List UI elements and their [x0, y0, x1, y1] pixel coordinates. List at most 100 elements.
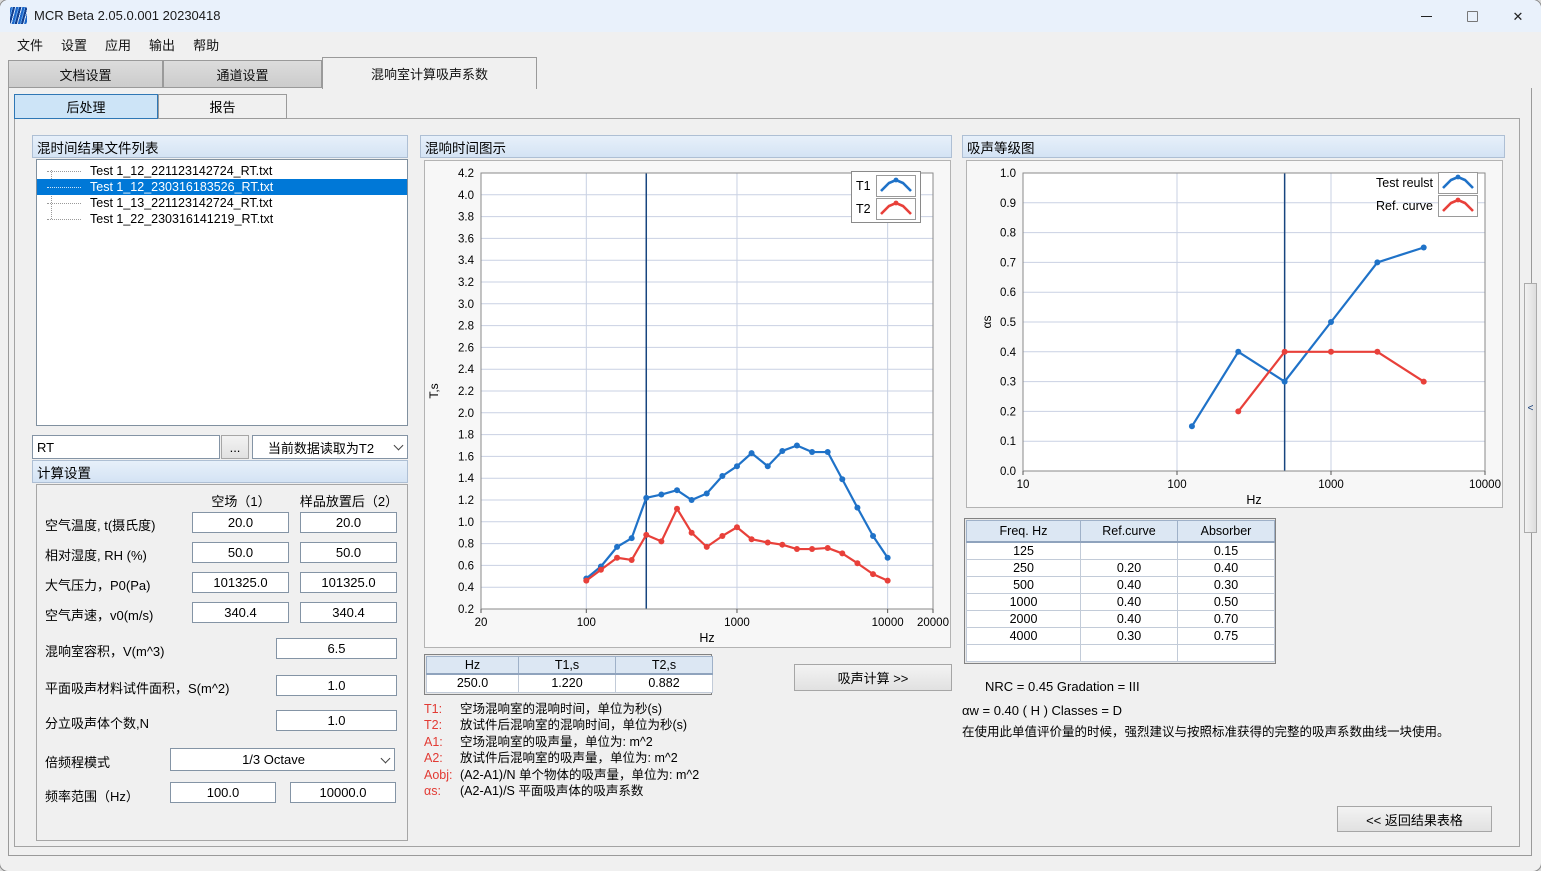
- svg-text:0.4: 0.4: [1000, 347, 1017, 359]
- table-row[interactable]: 250.01.2200.882: [427, 674, 713, 692]
- svg-text:Hz: Hz: [1246, 493, 1261, 507]
- menu-file[interactable]: 文件: [8, 32, 52, 57]
- minimize-button[interactable]: [1403, 0, 1449, 32]
- note-line: A1:空场混响室的吸声量，单位为: m^2: [424, 734, 844, 750]
- svg-text:0.2: 0.2: [1000, 406, 1016, 418]
- menu-apply[interactable]: 应用: [96, 32, 140, 57]
- svg-text:3.4: 3.4: [458, 255, 475, 267]
- rt-table-header-t1: T1,s: [519, 657, 616, 675]
- pressure-field1[interactable]: [192, 572, 289, 593]
- rt-name-input[interactable]: [32, 435, 220, 459]
- svg-text:0.3: 0.3: [1000, 377, 1016, 389]
- table-cell: 0.40: [1081, 593, 1178, 610]
- menu-settings[interactable]: 设置: [52, 32, 96, 57]
- table-cell: 0.40: [1178, 559, 1275, 576]
- svg-text:10000: 10000: [872, 617, 904, 629]
- menu-help[interactable]: 帮助: [184, 32, 228, 57]
- svg-text:1.2: 1.2: [458, 495, 474, 507]
- sound-speed-field2[interactable]: [300, 602, 397, 623]
- table-cell: 0.70: [1178, 610, 1275, 627]
- table-cell: 0.40: [1081, 610, 1178, 627]
- list-item[interactable]: Test 1_13_221123142724_RT.txt: [37, 195, 407, 211]
- col-header-with-sample: 样品放置后（2）: [297, 491, 401, 510]
- svg-text:0.9: 0.9: [1000, 198, 1016, 210]
- app-logo-icon: [10, 7, 27, 24]
- list-item[interactable]: Test 1_12_221123142724_RT.txt: [37, 163, 407, 179]
- freq-range-label: 频率范围（Hz）: [45, 786, 139, 805]
- abs-table-header-freq: Freq. Hz: [967, 521, 1081, 542]
- table-row[interactable]: 40000.300.75: [967, 627, 1275, 644]
- return-results-button[interactable]: << 返回结果表格: [1337, 806, 1492, 832]
- freq-min-field[interactable]: [170, 782, 276, 803]
- pressure-label: 大气压力，P0(Pa): [45, 575, 150, 594]
- svg-text:Hz: Hz: [699, 631, 714, 645]
- tab-channel-settings[interactable]: 通道设置: [163, 60, 322, 88]
- minimize-icon: [1421, 16, 1432, 17]
- chevron-down-icon: [389, 436, 407, 458]
- table-cell: 0.15: [1178, 542, 1275, 560]
- pressure-field2[interactable]: [300, 572, 397, 593]
- legend-label-t1: T1: [856, 179, 871, 193]
- table-row[interactable]: [967, 644, 1275, 661]
- octave-mode-label: 倍频程模式: [45, 752, 110, 771]
- list-item-selected[interactable]: Test 1_12_230316183526_RT.txt: [37, 179, 407, 195]
- maximize-icon: [1467, 11, 1478, 22]
- octave-mode-combo[interactable]: 1/3 Octave: [170, 748, 395, 771]
- table-row[interactable]: 10000.400.50: [967, 593, 1275, 610]
- table-row[interactable]: 2500.200.40: [967, 559, 1275, 576]
- rt-file-list: Test 1_12_221123142724_RT.txt Test 1_12_…: [36, 159, 408, 426]
- rt-table-header-t2: T2,s: [616, 657, 713, 675]
- subtab-postprocess[interactable]: 后处理: [14, 94, 158, 119]
- blue-curve-icon: [876, 175, 916, 197]
- subtab-report[interactable]: 报告: [158, 94, 287, 119]
- svg-text:1000: 1000: [1318, 479, 1344, 491]
- room-volume-field[interactable]: [276, 638, 397, 659]
- close-icon: ✕: [1513, 10, 1524, 23]
- svg-text:0.8: 0.8: [1000, 228, 1016, 240]
- list-item[interactable]: Test 1_22_230316141219_RT.txt: [37, 211, 407, 227]
- rt-value-table: Hz T1,s T2,s 250.01.2200.882: [424, 654, 712, 695]
- svg-text:2.8: 2.8: [458, 321, 474, 333]
- humidity-field1[interactable]: [192, 542, 289, 563]
- menu-output[interactable]: 输出: [140, 32, 184, 57]
- tab-reverb-room-absorption[interactable]: 混响室计算吸声系数: [322, 57, 537, 89]
- sidebar-collapse-handle[interactable]: <: [1524, 283, 1537, 533]
- tab-document-settings[interactable]: 文档设置: [8, 60, 163, 88]
- svg-text:0.7: 0.7: [1000, 257, 1016, 269]
- maximize-button[interactable]: [1449, 0, 1495, 32]
- close-button[interactable]: ✕: [1495, 0, 1541, 32]
- freq-max-field[interactable]: [290, 782, 396, 803]
- air-temp-label: 空气温度, t(摄氏度): [45, 515, 156, 534]
- humidity-field2[interactable]: [300, 542, 397, 563]
- humidity-label: 相对湿度, RH (%): [45, 545, 147, 564]
- svg-text:3.2: 3.2: [458, 277, 474, 289]
- table-cell: 125: [967, 542, 1081, 560]
- sound-speed-label: 空气声速，v0(m/s): [45, 605, 153, 624]
- tree-stub-icon: [47, 170, 81, 172]
- absorber-count-field[interactable]: [276, 710, 397, 731]
- rt-chart-svg: 0.20.40.60.81.01.21.41.61.82.02.22.42.62…: [425, 161, 950, 647]
- data-source-combo[interactable]: 当前数据读取为T2: [252, 435, 408, 459]
- table-row[interactable]: 125 0.15: [967, 542, 1275, 560]
- note-line: T1:空场混响室的混响时间，单位为秒(s): [424, 701, 844, 717]
- air-temp-field2[interactable]: [300, 512, 397, 533]
- table-cell: 250.0: [427, 674, 519, 692]
- note-line: A2:放试件后混响室的吸声量，单位为: m^2: [424, 750, 844, 766]
- svg-text:100: 100: [577, 617, 596, 629]
- table-cell: 0.30: [1081, 627, 1178, 644]
- svg-text:4.2: 4.2: [458, 168, 474, 180]
- blue-curve-icon: [1438, 172, 1478, 194]
- svg-text:4.0: 4.0: [458, 190, 474, 202]
- svg-text:0.5: 0.5: [1000, 317, 1016, 329]
- browse-button[interactable]: ...: [221, 435, 249, 459]
- file-name: Test 1_12_230316183526_RT.txt: [90, 180, 273, 194]
- absorption-calc-button[interactable]: 吸声计算 >>: [794, 664, 952, 691]
- sound-speed-field1[interactable]: [192, 602, 289, 623]
- air-temp-field1[interactable]: [192, 512, 289, 533]
- table-cell: 250: [967, 559, 1081, 576]
- sample-area-field[interactable]: [276, 675, 397, 696]
- table-row[interactable]: 5000.400.30: [967, 576, 1275, 593]
- table-row[interactable]: 20000.400.70: [967, 610, 1275, 627]
- svg-text:100: 100: [1167, 479, 1186, 491]
- chevron-down-icon: [376, 749, 394, 770]
